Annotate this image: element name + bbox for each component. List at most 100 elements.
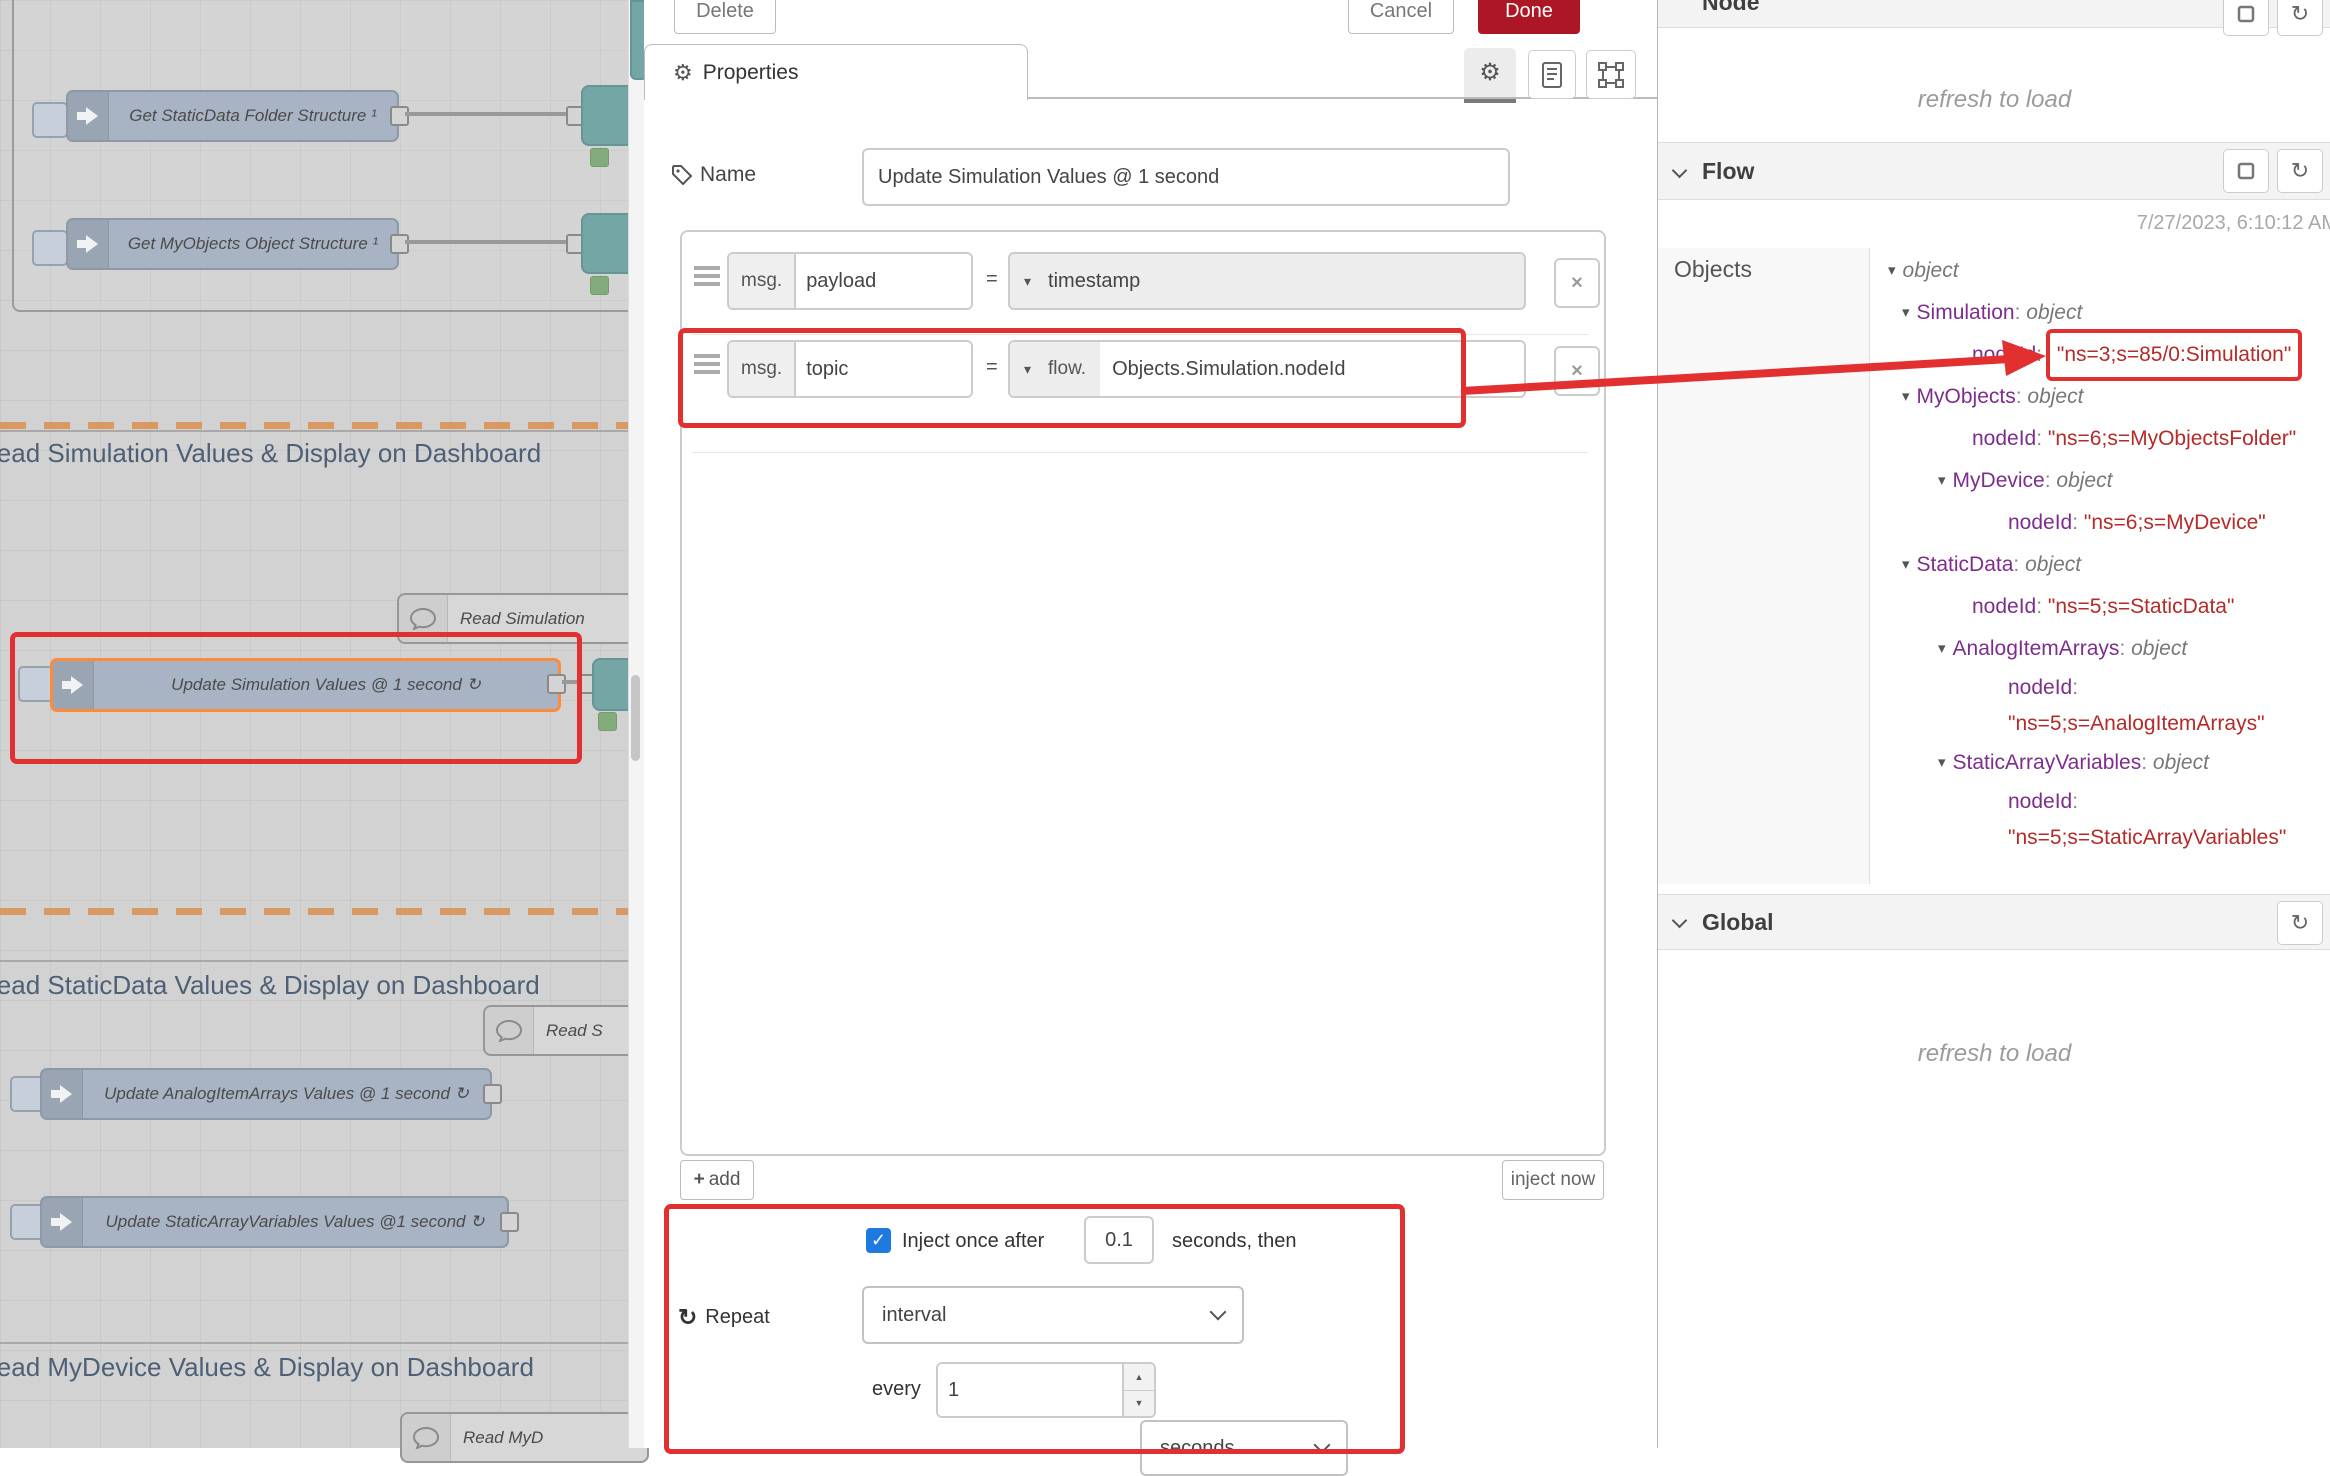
- name-field-label: Name: [672, 163, 756, 187]
- output-port[interactable]: [483, 1084, 502, 1104]
- node-inject-update-staticarrayvariables[interactable]: Update StaticArrayVariables Values @1 se…: [40, 1196, 509, 1248]
- canvas-scrollbar-thumb[interactable]: [631, 675, 640, 761]
- copy-flow-context-button[interactable]: [2223, 149, 2269, 193]
- node-inject-get-myobjects[interactable]: Get MyObjects Object Structure ¹: [66, 218, 399, 270]
- caret-icon: ▾: [1938, 640, 1946, 657]
- number-spinner[interactable]: ▲ ▼: [1122, 1364, 1154, 1416]
- tree-row-analogitemarrays-nodeid: nodeId:: [1880, 670, 2330, 706]
- output-port[interactable]: [390, 106, 409, 126]
- inject-once-checkbox[interactable]: ✓: [866, 1228, 891, 1253]
- refresh-node-context-button[interactable]: ↻: [2277, 0, 2323, 36]
- tree-row-mydevice[interactable]: ▾MyDevice: object: [1880, 460, 2330, 502]
- repeat-icon: ↻: [678, 1304, 697, 1331]
- divider: [0, 1342, 628, 1344]
- interval-count-field: ▲ ▼: [936, 1362, 1156, 1418]
- caret-icon: ▾: [1938, 754, 1946, 771]
- prop-name-input[interactable]: [796, 254, 971, 308]
- inject-arrow-icon: [53, 661, 94, 709]
- node-comment-read-mydevice[interactable]: Read MyD: [400, 1412, 649, 1463]
- add-row-button[interactable]: + add: [680, 1160, 754, 1200]
- node-comment-read-simulation[interactable]: Read Simulation: [397, 593, 651, 644]
- tree-row-simulation[interactable]: ▾Simulation: object: [1880, 292, 2330, 334]
- chevron-down-icon: [1210, 1304, 1227, 1321]
- name-input[interactable]: [862, 148, 1510, 206]
- flow-context-tree: ▾object ▾Simulation: object nodeId: "ns=…: [1880, 250, 2330, 856]
- output-port[interactable]: [390, 234, 409, 254]
- tree-row-myobjects[interactable]: ▾MyObjects: object: [1880, 376, 2330, 418]
- refresh-flow-context-button[interactable]: ↻: [2277, 149, 2323, 193]
- comment-label: Read S: [534, 1021, 603, 1041]
- inject-now-button[interactable]: inject now: [1502, 1160, 1604, 1200]
- output-port[interactable]: [500, 1212, 519, 1232]
- row-divider: [692, 334, 1588, 335]
- drag-handle-icon[interactable]: [694, 354, 720, 358]
- tab-properties-icon-button[interactable]: ⚙: [1464, 48, 1516, 97]
- gear-icon: ⚙: [1479, 58, 1501, 87]
- comment-label: Read MyD: [451, 1428, 543, 1448]
- type-select-button[interactable]: ▾ flow.: [1010, 342, 1100, 396]
- caret-icon: ▾: [1902, 556, 1910, 573]
- context-timestamp: 7/27/2023, 6:10:12 AM: [2137, 212, 2330, 235]
- tree-row-analogitemarrays-nodeid-value: "ns=5;s=AnalogItemArrays": [1880, 706, 2330, 742]
- tree-row-simulation-nodeid: nodeId: "ns=3;s=85/0:Simulation": [1880, 334, 2330, 376]
- context-path-input[interactable]: [1100, 358, 1524, 381]
- equals-sign: =: [986, 268, 998, 291]
- drag-handle-icon[interactable]: [694, 266, 720, 270]
- node-inject-update-analogitemarrays[interactable]: Update AnalogItemArrays Values @ 1 secon…: [40, 1068, 492, 1120]
- delete-button[interactable]: Delete: [674, 0, 776, 34]
- msg-prefix: msg.: [729, 342, 796, 396]
- typed-input-flow-context[interactable]: ▾ flow.: [1008, 340, 1526, 398]
- tree-row-staticdata-nodeid: nodeId: "ns=5;s=StaticData": [1880, 586, 2330, 628]
- section-title-simulation: Read Simulation Values & Display on Dash…: [0, 438, 541, 469]
- caret-icon: ▾: [1902, 304, 1910, 321]
- node-inject-update-simulation-selected[interactable]: Update Simulation Values @ 1 second ↻: [50, 658, 561, 712]
- caret-icon: ▾: [1938, 472, 1946, 489]
- typed-input-timestamp[interactable]: ▾ timestamp: [1008, 252, 1526, 310]
- node-inject-get-staticdata[interactable]: Get StaticData Folder Structure ¹: [66, 90, 399, 142]
- inject-delay-input[interactable]: [1084, 1216, 1154, 1264]
- tree-row-myobjects-nodeid: nodeId: "ns=6;s=MyObjectsFolder": [1880, 418, 2330, 460]
- interval-count-input[interactable]: [938, 1364, 1122, 1416]
- remove-row-button[interactable]: ×: [1554, 258, 1600, 308]
- node-label: Update Simulation Values @ 1 second ↻: [94, 675, 558, 695]
- tree-row-staticarrayvariables[interactable]: ▾StaticArrayVariables: object: [1880, 742, 2330, 784]
- refresh-icon: ↻: [2291, 910, 2309, 936]
- section-header-global[interactable]: Global: [1658, 894, 2330, 950]
- status-dot: [598, 712, 617, 731]
- context-key-label: Objects: [1674, 256, 1752, 283]
- tab-appearance-button[interactable]: [1586, 50, 1636, 99]
- flow-canvas[interactable]: Get StaticData Folder Structure ¹ Get My…: [0, 0, 628, 1448]
- global-context-empty-message: refresh to load: [1658, 1040, 2330, 1068]
- chevron-down-icon: [1672, 913, 1688, 929]
- remove-row-button[interactable]: ×: [1554, 346, 1600, 396]
- square-icon: [2236, 161, 2256, 181]
- caret-icon: ▾: [1902, 388, 1910, 405]
- tab-description-button[interactable]: [1528, 50, 1576, 99]
- equals-sign: =: [986, 356, 998, 379]
- inject-trigger-button[interactable]: [32, 102, 68, 138]
- status-dot: [590, 276, 609, 295]
- tree-row-mydevice-nodeid: nodeId: "ns=6;s=MyDevice": [1880, 502, 2330, 544]
- tree-row[interactable]: ▾object: [1880, 250, 2330, 292]
- dropdown-caret-icon: ▾: [1024, 273, 1031, 290]
- tree-row-staticdata[interactable]: ▾StaticData: object: [1880, 544, 2330, 586]
- divider: [0, 960, 628, 962]
- comment-bubble-icon: [402, 1414, 451, 1461]
- node-context-empty-message: refresh to load: [1658, 86, 2330, 114]
- copy-node-context-button[interactable]: [2223, 0, 2269, 36]
- repeat-select[interactable]: interval: [862, 1286, 1244, 1344]
- interval-units-select[interactable]: seconds: [1140, 1420, 1348, 1476]
- tab-properties[interactable]: ⚙ Properties: [644, 44, 1028, 100]
- tree-row-analogitemarrays[interactable]: ▾AnalogItemArrays: object: [1880, 628, 2330, 670]
- inject-trigger-button[interactable]: [32, 230, 68, 266]
- node-comment-read-staticdata[interactable]: Read S: [483, 1005, 647, 1056]
- inject-trigger-button[interactable]: [18, 666, 54, 702]
- done-button[interactable]: Done: [1478, 0, 1580, 34]
- refresh-global-context-button[interactable]: ↻: [2277, 901, 2323, 945]
- output-port[interactable]: [547, 674, 566, 694]
- cancel-button[interactable]: Cancel: [1348, 0, 1454, 34]
- prop-name-input[interactable]: [796, 342, 971, 396]
- tree-row-staticarrayvariables-nodeid: nodeId:: [1880, 784, 2330, 820]
- group-boundary: [0, 422, 628, 429]
- edit-inject-node-dialog: Delete Cancel Done ⚙ Properties ⚙ Name m…: [644, 0, 1657, 1448]
